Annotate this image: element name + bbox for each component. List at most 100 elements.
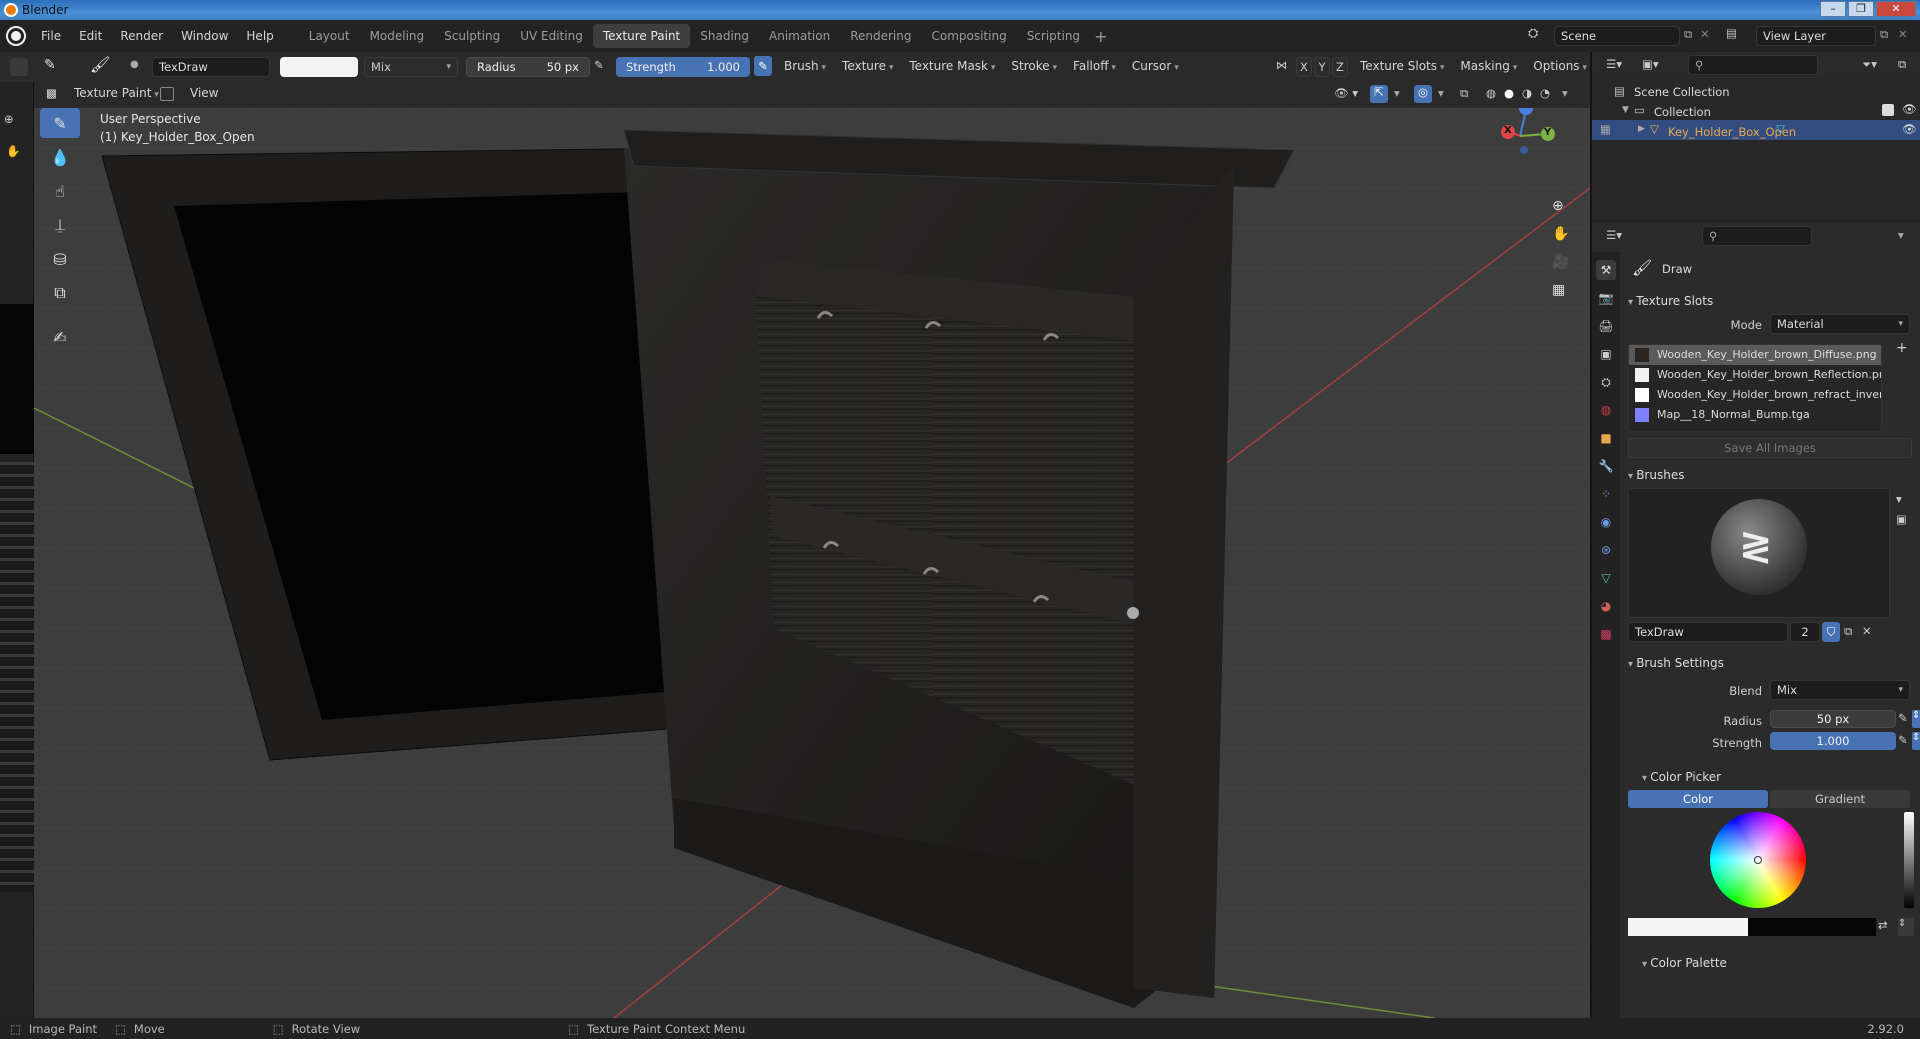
wireframe-shading-icon[interactable]: ◍ — [1486, 86, 1496, 100]
editor-type-icon[interactable] — [10, 58, 28, 76]
minimize-button[interactable]: – — [1820, 1, 1846, 17]
workspace-tab-scripting[interactable]: Scripting — [1017, 24, 1090, 48]
tool-settings-icon[interactable]: ✎ — [44, 57, 56, 73]
clone-tool-icon[interactable]: ⍊ — [40, 210, 80, 240]
color-pressure-icon[interactable]: ⇕ — [1898, 918, 1914, 936]
fill-tool-icon[interactable]: ⛁ — [40, 244, 80, 274]
collection-checkbox[interactable] — [1882, 104, 1894, 116]
menu-options[interactable]: Options — [1525, 59, 1595, 73]
new-scene-icon[interactable]: ⧉ — [1684, 27, 1692, 42]
brush-name-field[interactable]: TexDraw — [1628, 622, 1788, 642]
output-tab-icon[interactable]: 🖨 — [1596, 316, 1616, 336]
overlay-toggle-icon[interactable]: ◎ — [1414, 85, 1432, 103]
unlink-brush-icon[interactable]: ✕ — [1862, 624, 1872, 638]
solid-shading-icon[interactable]: ● — [1504, 86, 1514, 100]
annotate-tool-icon[interactable]: ✍ — [40, 322, 80, 352]
brush-list-dropdown[interactable]: ▾ — [1896, 492, 1902, 506]
gizmo-dropdown-icon[interactable]: ▾ — [1394, 86, 1400, 100]
expand-collection-icon[interactable]: ▼ — [1622, 105, 1629, 115]
blend-mode-dropdown[interactable]: Mix ▾ — [364, 57, 458, 77]
swap-colors-icon[interactable]: ⇄ — [1878, 918, 1888, 932]
collection-visibility-icon[interactable]: 👁 — [1902, 102, 1917, 116]
menu-texture-slots[interactable]: Texture Slots — [1352, 59, 1452, 73]
view-layer-tab-icon[interactable]: ▣ — [1596, 344, 1616, 364]
xray-icon[interactable]: ⧉ — [1460, 86, 1468, 101]
strength-slider[interactable]: Strength 1.000 — [616, 57, 750, 77]
new-view-layer-icon[interactable]: ⧉ — [1880, 27, 1888, 42]
properties-editor-icon[interactable]: ☰▾ — [1606, 228, 1622, 242]
outliner-search-input[interactable]: ⚲ — [1688, 55, 1818, 75]
overlay-dropdown-icon[interactable]: ▾ — [1438, 86, 1444, 100]
mask-toggle[interactable] — [160, 87, 174, 101]
display-mode-icon[interactable]: ▣▾ — [1642, 57, 1659, 71]
view-layer-field[interactable]: View Layer — [1756, 26, 1876, 46]
view-menu[interactable]: View — [190, 86, 218, 100]
radius-unit-icon[interactable]: ⇕ — [1912, 710, 1920, 728]
texture-slots-header[interactable]: Texture Slots — [1628, 294, 1713, 308]
menu-stroke[interactable]: Stroke — [1003, 59, 1065, 73]
properties-options-icon[interactable]: ▾ — [1898, 228, 1904, 242]
scene-collection-label[interactable]: Scene Collection — [1634, 85, 1730, 99]
strength-field[interactable]: 1.000 — [1770, 732, 1896, 750]
scene-tab-icon[interactable]: ⛭ — [1596, 372, 1616, 392]
object-visibility-icon[interactable]: 👁 — [1902, 122, 1917, 136]
menu-falloff[interactable]: Falloff — [1065, 59, 1124, 73]
ortho-toggle-icon[interactable]: ▦ — [1552, 282, 1565, 298]
menu-masking[interactable]: Masking — [1452, 59, 1525, 73]
object-tab-icon[interactable]: ■ — [1596, 428, 1616, 448]
navigation-gizmo[interactable]: Z Y X — [1490, 108, 1570, 176]
world-tab-icon[interactable]: ◍ — [1596, 400, 1616, 420]
save-all-images-button[interactable]: Save All Images — [1628, 438, 1912, 458]
workspace-tab-animation[interactable]: Animation — [759, 24, 840, 48]
strength-pressure-icon[interactable]: ✎ — [754, 56, 772, 76]
texture-tab-icon[interactable]: ▩ — [1596, 624, 1616, 644]
pan-view-icon[interactable]: ✋ — [1552, 226, 1569, 242]
add-workspace-button[interactable]: + — [1094, 27, 1107, 46]
color-picker-header[interactable]: Color Picker — [1642, 770, 1721, 784]
symmetry-z-toggle[interactable]: Z — [1332, 57, 1348, 77]
workspace-tab-sculpting[interactable]: Sculpting — [434, 24, 510, 48]
constraints-tab-icon[interactable]: ⊛ — [1596, 540, 1616, 560]
smear-tool-icon[interactable]: ☝ — [40, 176, 80, 206]
menu-render[interactable]: Render — [111, 29, 172, 43]
gizmo-toggle-icon[interactable]: ⇱ — [1370, 85, 1388, 103]
texture-slot-list[interactable]: Wooden_Key_Holder_brown_Diffuse.png Woode… — [1628, 344, 1882, 432]
menu-edit[interactable]: Edit — [70, 29, 111, 43]
texture-slot-row[interactable]: Wooden_Key_Holder_brown_refract_invert..… — [1629, 385, 1881, 405]
radius-field[interactable]: 50 px — [1770, 710, 1896, 728]
texture-slot-row[interactable]: Wooden_Key_Holder_brown_Reflection.png — [1629, 365, 1881, 385]
scene-field[interactable]: Scene — [1554, 26, 1680, 46]
modifier-tab-icon[interactable]: 🔧 — [1596, 456, 1616, 476]
strength-unit-icon[interactable]: ⇕ — [1912, 732, 1920, 750]
menu-brush[interactable]: Brush — [776, 59, 834, 73]
data-tab-icon[interactable]: ▽ — [1596, 568, 1616, 588]
brush-preview[interactable]: ≷ — [1628, 488, 1890, 618]
symmetry-x-toggle[interactable]: X — [1296, 57, 1312, 77]
3d-viewport[interactable]: Z Y X ⊕ ✋ 🎥 ▦ — [34, 108, 1590, 1018]
primary-color-swatch[interactable] — [1628, 918, 1748, 936]
delete-scene-icon[interactable]: ✕ — [1700, 27, 1710, 41]
workspace-tab-texture-paint[interactable]: Texture Paint — [592, 24, 691, 48]
scene-icon[interactable]: ⛭ — [1528, 26, 1550, 46]
workspace-tab-uv-editing[interactable]: UV Editing — [510, 24, 593, 48]
value-slider[interactable] — [1904, 812, 1914, 908]
strength-pressure-icon[interactable]: ✎ — [1898, 733, 1908, 747]
secondary-color-swatch[interactable] — [1748, 918, 1876, 936]
hand-icon[interactable]: ✋ — [6, 144, 20, 158]
color-wheel[interactable] — [1710, 812, 1806, 908]
radius-slider[interactable]: Radius 50 px — [466, 57, 590, 77]
blend-dropdown[interactable]: Mix ▾ — [1770, 680, 1910, 700]
color-palette-header[interactable]: Color Palette — [1642, 956, 1727, 970]
material-tab-icon[interactable]: ◕ — [1596, 596, 1616, 616]
workspace-tab-rendering[interactable]: Rendering — [840, 24, 921, 48]
material-shading-icon[interactable]: ◑ — [1522, 86, 1532, 100]
new-collection-icon[interactable]: ⧉ — [1898, 57, 1906, 72]
tool-tab-icon[interactable]: ⚒ — [1596, 260, 1616, 280]
color-tab[interactable]: Color — [1628, 790, 1768, 808]
expand-object-icon[interactable]: ▶ — [1638, 124, 1645, 134]
delete-view-layer-icon[interactable]: ✕ — [1898, 27, 1908, 41]
close-button[interactable]: ✕ — [1876, 1, 1916, 17]
blender-menu-icon[interactable] — [8, 28, 24, 44]
menu-file[interactable]: File — [32, 29, 70, 43]
gradient-tab[interactable]: Gradient — [1770, 790, 1910, 808]
